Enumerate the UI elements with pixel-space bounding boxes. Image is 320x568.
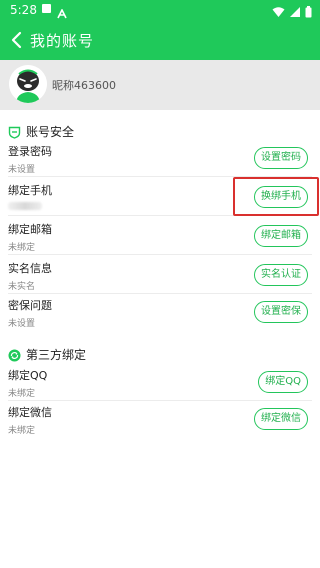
row-title: 实名信息 <box>8 262 52 275</box>
divider <box>8 293 312 294</box>
row-subtitle: 未绑定 <box>8 243 36 253</box>
row-subtitle: 未绑定 <box>8 389 36 399</box>
set-security-question-button[interactable]: 设置密保 <box>254 301 308 323</box>
row-title: 密保问题 <box>8 299 52 312</box>
blurred-phone-number <box>8 202 42 210</box>
app-bar: 我的账号 <box>0 20 320 60</box>
bind-wechat-button[interactable]: 绑定微信 <box>254 408 308 430</box>
row-title: 绑定手机 <box>8 184 52 197</box>
avatar[interactable] <box>9 65 47 103</box>
status-time: 5:28 <box>10 3 37 17</box>
profile-header: 昵称463600 <box>0 60 320 110</box>
row-subtitle: 未设置 <box>8 165 36 175</box>
divider <box>8 400 312 401</box>
shield-icon <box>8 124 21 139</box>
divider <box>8 254 312 255</box>
row-security-question: 密保问题 未设置 设置密保 <box>8 297 312 331</box>
bind-qq-button[interactable]: 绑定QQ <box>258 371 308 393</box>
link-sync-icon <box>8 347 21 362</box>
highlight-annotation-box <box>233 177 319 216</box>
set-password-button[interactable]: 设置密码 <box>254 147 308 169</box>
row-real-name: 实名信息 未实名 实名认证 <box>8 260 312 294</box>
real-name-verify-button[interactable]: 实名认证 <box>254 264 308 286</box>
section-title: 第三方绑定 <box>26 348 87 362</box>
row-bind-qq: 绑定QQ 未绑定 绑定QQ <box>8 367 312 401</box>
section-account-security: 账号安全 <box>0 121 320 141</box>
row-bind-email: 绑定邮箱 未绑定 绑定邮箱 <box>8 221 312 255</box>
row-title: 绑定QQ <box>8 369 48 382</box>
row-title: 绑定邮箱 <box>8 223 52 236</box>
bind-email-button[interactable]: 绑定邮箱 <box>254 225 308 247</box>
row-subtitle: 未实名 <box>8 282 36 292</box>
page-title: 我的账号 <box>30 32 95 50</box>
row-subtitle: 未绑定 <box>8 426 36 436</box>
section-third-party: 第三方绑定 <box>0 344 320 364</box>
font-a-icon <box>57 4 67 19</box>
row-subtitle: 未设置 <box>8 319 36 329</box>
nickname: 昵称463600 <box>52 79 116 92</box>
status-bar: 5:28 <box>0 0 320 20</box>
row-login-password: 登录密码 未设置 设置密码 <box>8 143 312 177</box>
section-title: 账号安全 <box>26 125 75 139</box>
row-title: 登录密码 <box>8 145 52 158</box>
notification-square-icon <box>42 4 51 13</box>
status-notification-icons <box>42 4 67 19</box>
row-title: 绑定微信 <box>8 406 52 419</box>
back-arrow-icon[interactable] <box>6 28 30 52</box>
row-bind-wechat: 绑定微信 未绑定 绑定微信 <box>8 404 312 438</box>
